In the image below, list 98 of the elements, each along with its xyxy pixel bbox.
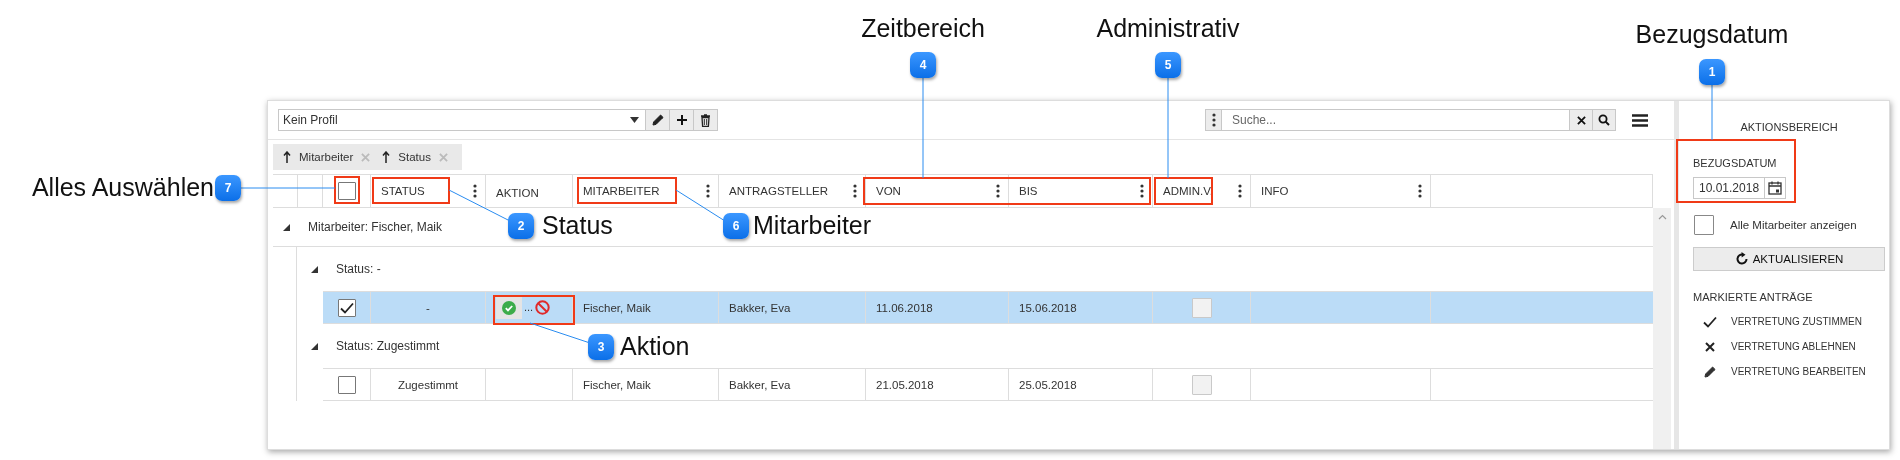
panel-title: AKTIONSBEREICH	[1740, 121, 1838, 135]
column-menu-icon[interactable]	[1140, 184, 1144, 198]
section-title: MARKIERTE ANTRÄGE	[1693, 291, 1814, 303]
leader-line	[529, 322, 591, 344]
clear-button[interactable]	[1570, 109, 1593, 131]
leader-line	[1711, 84, 1713, 141]
table-cell: 21.05.2018	[876, 378, 934, 391]
field-label: BEZUGSDATUM	[1693, 157, 1778, 169]
sort-chip-label[interactable]: Mitarbeiter	[299, 151, 354, 163]
table-cell: -	[426, 301, 430, 314]
trash-icon	[700, 113, 711, 127]
up-arrow-icon	[382, 151, 391, 163]
table-cell: Zugestimmt	[397, 378, 459, 391]
column-header[interactable]: MITARBEITER	[583, 185, 660, 197]
table-row[interactable]: - ... Fischer, Maik Bakker, Eva 11.06.2018 15.06.2018	[323, 291, 1653, 324]
table-cell: Fischer, Maik	[583, 378, 651, 391]
checkbox-label[interactable]: Alle Mitarbeiter anzeigen	[1730, 219, 1857, 231]
table-cell: 15.06.2018	[1019, 301, 1077, 314]
leader-line	[675, 189, 726, 222]
callout-badge: 2	[508, 213, 534, 239]
action-link[interactable]: VERTRETUNG ZUSTIMMEN	[1731, 316, 1862, 327]
calendar-button[interactable]	[1764, 178, 1785, 198]
check-icon	[1703, 315, 1717, 328]
table-cell: Fischer, Maik	[583, 301, 651, 314]
column-header[interactable]: AKTION	[496, 187, 539, 199]
expand-toggle-icon[interactable]	[311, 342, 318, 350]
highlight-frame	[1154, 177, 1213, 205]
callout-badge: 5	[1155, 52, 1181, 78]
table-cell: 11.06.2018	[876, 301, 933, 314]
expand-toggle-icon[interactable]	[311, 265, 318, 273]
select-all-checkbox[interactable]	[337, 182, 356, 200]
more-vertical-icon	[1211, 113, 1216, 127]
date-field[interactable]: 10.01.2018	[1693, 177, 1786, 199]
column-menu-icon[interactable]	[996, 184, 1000, 198]
column-menu-icon[interactable]	[1238, 184, 1242, 198]
column-menu-icon[interactable]	[473, 184, 477, 198]
row-checkbox[interactable]	[337, 375, 356, 394]
search-field[interactable]: Suche...	[1222, 109, 1570, 131]
column-menu-icon[interactable]	[1418, 184, 1422, 198]
show-all-checkbox[interactable]	[1694, 215, 1714, 235]
callout-label: Bezugsdatum	[1635, 21, 1789, 49]
row-checkbox[interactable]	[337, 298, 356, 317]
delete-button[interactable]	[694, 109, 718, 131]
callout-badge: 3	[588, 334, 614, 360]
checkmark-icon	[339, 301, 354, 314]
search-options-button[interactable]	[1205, 109, 1222, 131]
group-label: Status: Zugestimmt	[336, 339, 440, 353]
group-label: Status: -	[336, 262, 381, 276]
column-header[interactable]: VON	[876, 185, 901, 197]
up-arrow-icon	[283, 151, 291, 163]
table-cell: Bakker, Eva	[729, 378, 791, 391]
column-header[interactable]: BIS	[1019, 185, 1038, 197]
profile-dropdown[interactable]: Kein Profil	[278, 109, 646, 131]
close-icon	[438, 152, 448, 162]
caret-icon	[630, 117, 639, 123]
pencil-icon	[650, 113, 665, 127]
action-link[interactable]: VERTRETUNG BEARBEITEN	[1731, 366, 1866, 377]
search-icon	[1598, 114, 1610, 126]
callout-badge: 1	[1699, 59, 1725, 85]
edit-button[interactable]	[646, 109, 670, 131]
column-header[interactable]: ADMIN.V.	[1163, 185, 1214, 197]
callout-label: Mitarbeiter	[753, 212, 872, 240]
plus-icon	[675, 114, 688, 126]
add-button[interactable]	[670, 109, 694, 131]
callout-badge: 7	[215, 175, 241, 201]
action-link[interactable]: VERTRETUNG ABLEHNEN	[1731, 341, 1856, 352]
group-label: Mitarbeiter: Fischer, Maik	[308, 220, 443, 234]
search-button[interactable]	[1593, 109, 1616, 131]
refresh-icon	[1734, 252, 1749, 266]
sort-chip-label[interactable]: Status	[398, 151, 431, 163]
callout-label: Alles Auswählen	[31, 174, 214, 202]
column-menu-icon[interactable]	[853, 184, 857, 198]
scrollbar[interactable]	[1653, 208, 1671, 449]
expand-toggle-icon[interactable]	[283, 223, 290, 231]
callout-label: Administrativ	[1096, 15, 1240, 43]
column-menu-icon[interactable]	[706, 184, 710, 198]
callout-label: Status	[542, 212, 613, 240]
table-cell: Bakker, Eva	[729, 301, 791, 314]
callout-badge: 6	[723, 213, 749, 239]
callout-badge: 4	[910, 52, 936, 78]
column-header[interactable]: INFO	[1261, 185, 1289, 197]
admin-checkbox[interactable]	[1191, 374, 1212, 395]
table-row[interactable]: Zugestimmt Fischer, Maik Bakker, Eva 21.05.2018 25.05.2018	[323, 368, 1653, 401]
column-header[interactable]: ANTRAGSTELLER	[729, 185, 829, 197]
pencil-icon	[1703, 364, 1717, 379]
calendar-icon	[1768, 181, 1783, 195]
close-icon	[361, 152, 371, 162]
highlight-frame	[334, 176, 360, 204]
table-cell: 25.05.2018	[1019, 378, 1077, 391]
refresh-button[interactable]: AKTUALISIEREN	[1693, 247, 1885, 271]
admin-checkbox[interactable]	[1191, 297, 1212, 318]
cross-icon	[1705, 341, 1715, 352]
more-actions-link[interactable]: ...	[524, 302, 534, 313]
callout-label: Zeitbereich	[861, 15, 985, 43]
callout-label: Aktion	[620, 333, 690, 361]
column-header[interactable]: STATUS	[381, 185, 425, 197]
prohibited-icon[interactable]	[535, 300, 551, 315]
close-icon	[1576, 115, 1586, 125]
